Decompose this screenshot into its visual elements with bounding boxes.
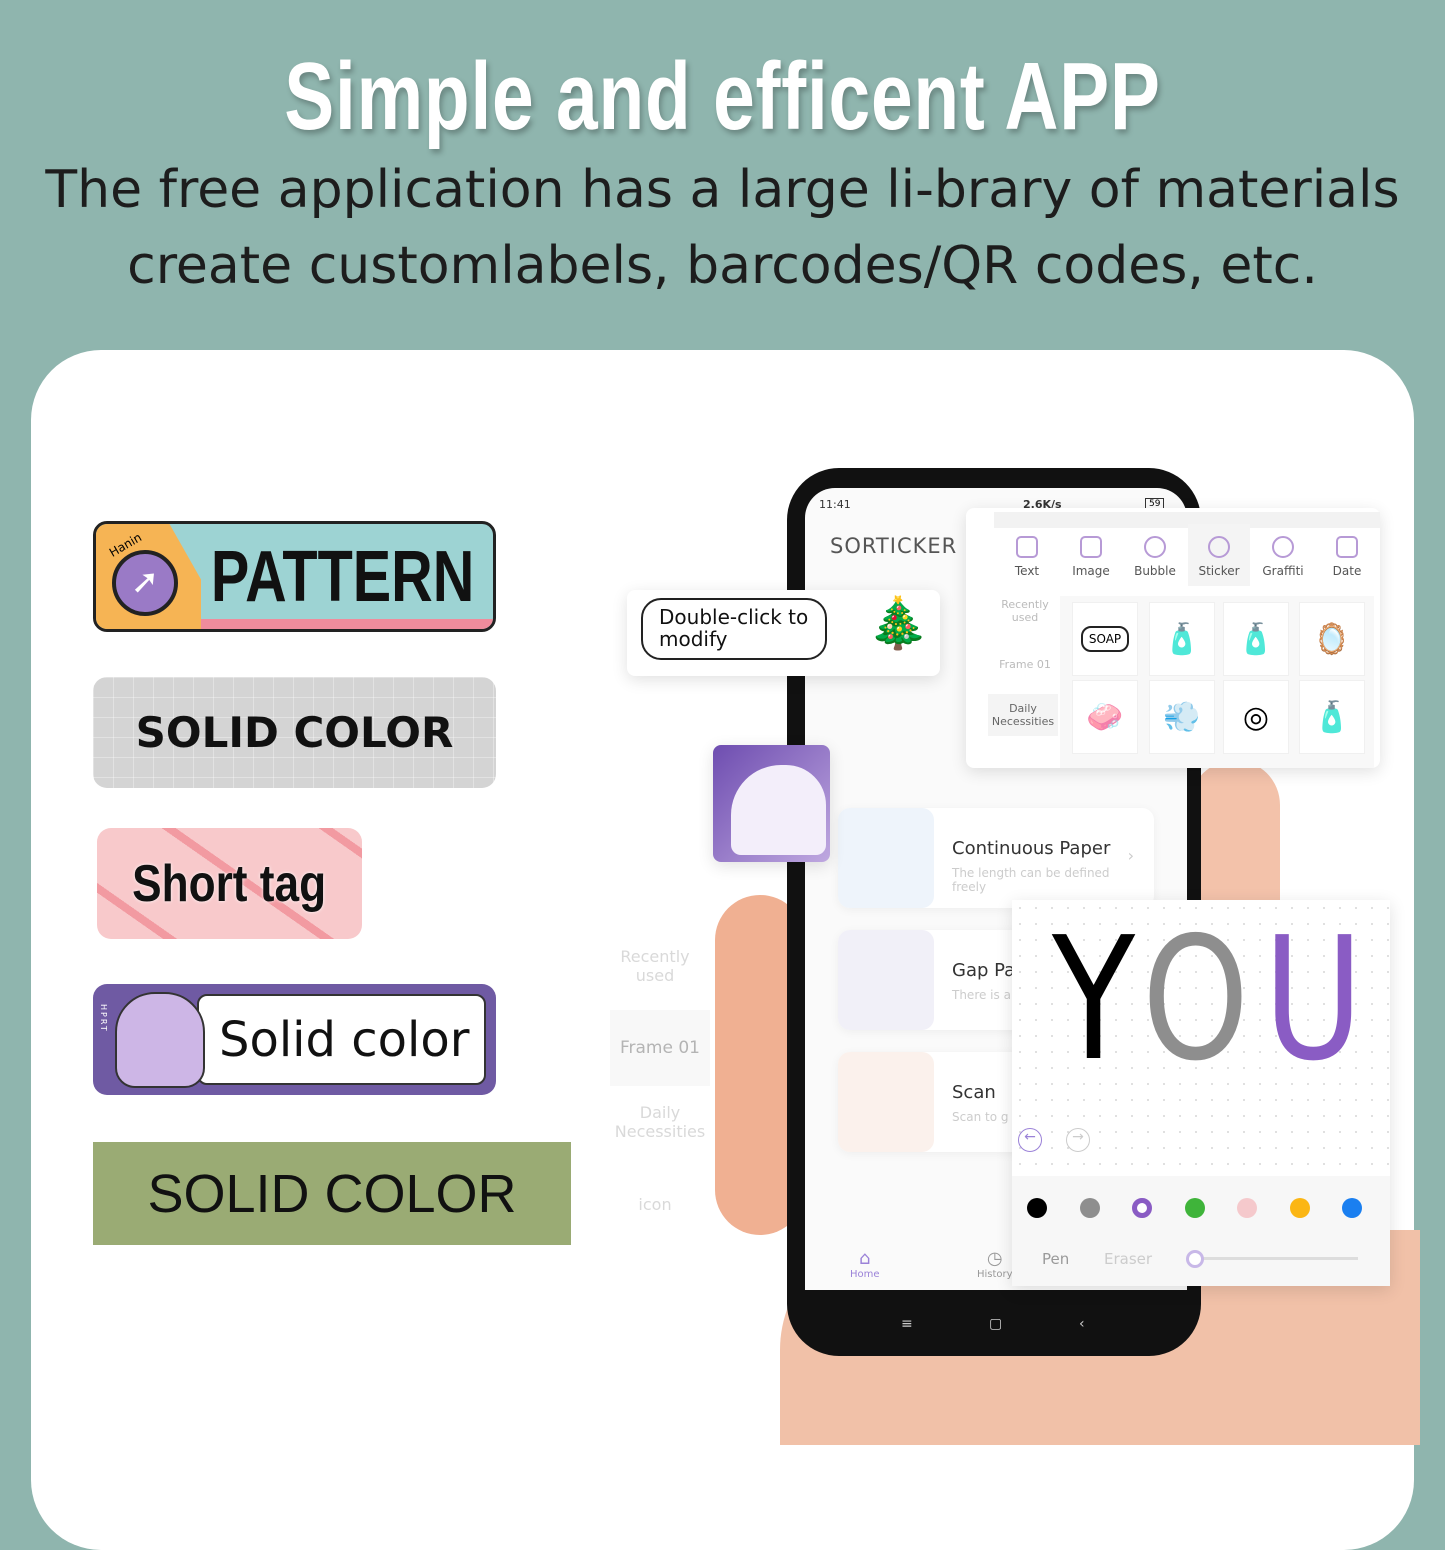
sticker-icon — [1208, 536, 1230, 558]
solid-color-gray-label: SOLID COLOR — [93, 677, 496, 788]
chevron-right-icon: › — [1127, 846, 1134, 865]
cursor-icon: ➚ — [112, 550, 178, 616]
tab-image[interactable]: Image — [1060, 536, 1122, 578]
qr-roll-icon — [838, 1052, 934, 1152]
pattern-label: ➚ Hanin PATTERN — [93, 521, 496, 632]
tool-bar — [1012, 1176, 1390, 1286]
tab-text[interactable]: Text — [996, 536, 1058, 578]
christmas-tree-icon[interactable]: 🎄 — [867, 594, 929, 653]
subtitle-line-2: create customlabels, barcodes/QR codes, … — [127, 236, 1318, 296]
status-time: 11:41 — [819, 498, 851, 511]
drawn-letter: U — [1263, 901, 1378, 1099]
color-swatch[interactable] — [1237, 1198, 1257, 1218]
hair-dryer-icon[interactable]: 💨 — [1149, 680, 1215, 754]
card-title: Scan — [952, 1082, 996, 1103]
category-recently-used[interactable]: Recently used — [988, 598, 1062, 624]
tab-date[interactable]: Date — [1316, 536, 1378, 578]
color-swatch[interactable] — [1184, 1198, 1205, 1218]
drawn-letter: Y — [1052, 901, 1143, 1099]
tab-label: Sticker — [1198, 564, 1240, 578]
tab-label: Text — [1014, 564, 1040, 578]
tab-graffiti[interactable]: Graffiti — [1252, 536, 1314, 578]
card-title: Gap Pa — [952, 960, 1016, 981]
text-icon — [1016, 536, 1038, 558]
paper-roll-icon — [838, 808, 934, 908]
drawing-canvas[interactable]: YOU — [1052, 900, 1377, 1100]
category-list-faded: Recently used Frame 01 Daily Necessities… — [608, 935, 712, 1245]
soap-dispenser-icon[interactable]: 🧼 — [1072, 680, 1138, 754]
bubble-sticker-panel: Double-click to modify 🎄 — [627, 590, 940, 676]
mirror-icon[interactable]: 🪞 — [1299, 602, 1365, 676]
tab-label: Image — [1072, 564, 1110, 578]
nav-home[interactable]: ⌂ Home — [850, 1248, 880, 1280]
tab-sticker[interactable]: Sticker — [1188, 536, 1250, 578]
crocodile-icon — [115, 992, 205, 1088]
home-icon: ⌂ — [859, 1248, 871, 1269]
list-item[interactable]: Recently used — [618, 947, 692, 985]
redo-icon[interactable]: → — [1066, 1128, 1090, 1152]
card-desc: The length can be defined freely — [952, 866, 1110, 894]
color-swatch[interactable] — [1342, 1198, 1362, 1218]
bubble-icon — [1144, 536, 1166, 558]
undo-icon[interactable]: ← — [1018, 1128, 1042, 1152]
menu-icon[interactable]: ≡ — [901, 1316, 913, 1332]
short-tag-label: Short tag — [97, 828, 362, 939]
color-swatch[interactable] — [1027, 1198, 1047, 1218]
list-item[interactable]: Daily Necessities — [608, 1103, 712, 1141]
soap-text: SOAP — [1080, 626, 1130, 652]
color-swatch[interactable] — [1132, 1198, 1152, 1218]
category-frame-01[interactable]: Frame 01 — [988, 658, 1062, 671]
tab-label: Graffiti — [1262, 564, 1304, 578]
sticker-panel: Text Image Bubble Sticker Graffiti Date … — [966, 508, 1380, 768]
soap-icon[interactable]: SOAP — [1072, 602, 1138, 676]
eraser-tool[interactable]: Eraser — [1104, 1250, 1152, 1268]
panel-header — [994, 512, 1380, 528]
nav-label: History — [977, 1269, 1013, 1280]
nav-label: Home — [850, 1269, 880, 1280]
card-continuous-paper[interactable]: Continuous Paper The length can be defin… — [838, 808, 1154, 908]
nav-history[interactable]: ◷ History — [977, 1248, 1013, 1280]
subtitle-line-1: The free application has a large li-brar… — [45, 160, 1400, 220]
pen-tool[interactable]: Pen — [1042, 1250, 1069, 1268]
drawn-letter: O — [1142, 901, 1264, 1099]
label-text: SOLID COLOR — [147, 1163, 517, 1224]
hanin-badge: ➚ Hanin — [96, 524, 201, 629]
hprt-badge: HPRT — [99, 1004, 108, 1033]
list-item[interactable]: Frame 01 — [610, 1010, 710, 1086]
label-text: Short tag — [132, 854, 327, 913]
tab-label: Bubble — [1134, 564, 1176, 578]
crocodile-sticker-tile[interactable] — [713, 745, 830, 862]
solid-color-green-label: SOLID COLOR — [93, 1142, 571, 1245]
brush-size-slider[interactable] — [1192, 1257, 1358, 1260]
crocodile-icon — [731, 765, 826, 855]
lotion-bottle-icon[interactable]: 🧴 — [1223, 602, 1289, 676]
label-text: PATTERN — [210, 536, 475, 617]
label-text: Solid color — [219, 1012, 470, 1068]
shampoo-bottle-icon[interactable]: 🧴 — [1149, 602, 1215, 676]
calendar-icon — [1336, 536, 1358, 558]
pump-bottle-icon[interactable]: 🧴 — [1299, 680, 1365, 754]
speech-bubble[interactable]: Double-click to modify — [641, 598, 827, 660]
palette-icon — [1272, 536, 1294, 558]
headline: Simple and efficent APP — [284, 43, 1161, 150]
app-name: SORTICKER — [830, 534, 958, 558]
color-swatch[interactable] — [1079, 1198, 1100, 1218]
clock-icon: ◷ — [986, 1248, 1003, 1269]
card-title: Continuous Paper — [952, 838, 1111, 859]
tape-roll-icon[interactable]: ◎ — [1223, 680, 1289, 754]
slider-handle[interactable] — [1186, 1250, 1204, 1268]
label-text: SOLID COLOR — [135, 708, 454, 757]
gap-roll-icon — [838, 930, 934, 1030]
tab-bubble[interactable]: Bubble — [1124, 536, 1186, 578]
tab-label: Date — [1332, 564, 1362, 578]
color-swatch[interactable] — [1289, 1198, 1310, 1218]
category-daily-necessities[interactable]: Daily Necessities — [988, 694, 1058, 736]
home-button-icon[interactable]: ▢ — [989, 1316, 1002, 1332]
image-icon — [1080, 536, 1102, 558]
list-item[interactable]: icon — [618, 1195, 692, 1214]
solid-color-purple-label: HPRT Solid color — [93, 984, 496, 1095]
back-icon[interactable]: ‹ — [1079, 1316, 1085, 1332]
zigzag-border — [201, 619, 493, 629]
graffiti-panel: YOU ← → Pen Eraser — [1012, 900, 1390, 1286]
